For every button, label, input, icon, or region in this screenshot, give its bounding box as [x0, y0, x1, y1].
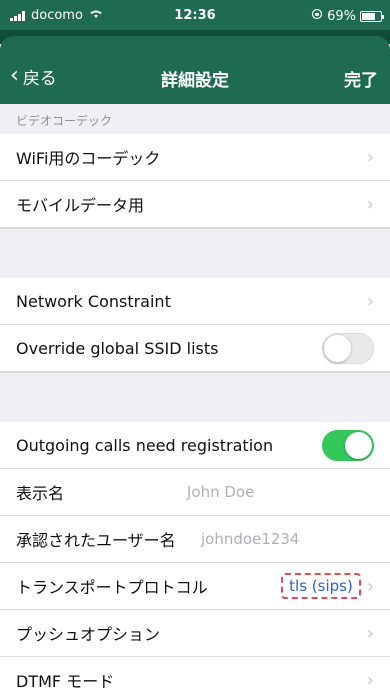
section-gap	[0, 228, 390, 278]
transport-protocol-value: tls (sips)	[281, 573, 361, 599]
wifi-codec-label: WiFi用のコーデック	[16, 149, 161, 168]
section-header-video-codec: ビデオコーデック	[0, 104, 390, 134]
transport-protocol-label: トランスポートプロトコル	[16, 578, 208, 597]
transport-protocol-row[interactable]: トランスポートプロトコル tls (sips) ›	[0, 563, 390, 610]
dtmf-mode-label: DTMF モード	[16, 672, 115, 691]
outgoing-registration-toggle[interactable]	[322, 429, 374, 461]
chevron-right-icon: ›	[366, 193, 374, 215]
push-options-row[interactable]: プッシュオプション ›	[0, 610, 390, 657]
override-ssid-label: Override global SSID lists	[16, 338, 219, 358]
network-constraint-label: Network Constraint	[16, 291, 171, 311]
display-name-field[interactable]: John Doe	[187, 483, 254, 501]
section-gap	[0, 372, 390, 422]
toggle-knob	[345, 431, 372, 459]
mobile-data-codec-row[interactable]: モバイルデータ用 ›	[0, 181, 390, 228]
settings-list: ビデオコーデック WiFi用のコーデック › モバイルデータ用 › Networ…	[0, 104, 390, 691]
battery-icon	[360, 10, 384, 22]
auth-username-label: 承認されたユーザー名	[16, 531, 176, 550]
mobile-data-label: モバイルデータ用	[16, 196, 145, 215]
dtmf-mode-row[interactable]: DTMF モード ›	[0, 657, 390, 691]
push-options-label: プッシュオプション	[16, 625, 161, 644]
chevron-right-icon: ›	[366, 622, 374, 644]
battery-percent: 69%	[327, 8, 356, 24]
network-constraint-row[interactable]: Network Constraint ›	[0, 278, 390, 325]
auth-username-field[interactable]: johndoe1234	[201, 530, 299, 548]
override-ssid-toggle[interactable]	[322, 332, 374, 364]
display-name-row[interactable]: 表示名 John Doe	[0, 469, 390, 516]
auth-username-row[interactable]: 承認されたユーザー名 johndoe1234	[0, 516, 390, 563]
navigation-bar: ‹ 戻る 詳細設定 完了	[0, 36, 390, 104]
page-title: 詳細設定	[161, 71, 229, 91]
done-button[interactable]: 完了	[344, 66, 378, 91]
toggle-knob	[324, 334, 351, 362]
chevron-right-icon: ›	[366, 669, 374, 691]
chevron-right-icon: ›	[366, 575, 374, 597]
outgoing-registration-row: Outgoing calls need registration	[0, 422, 390, 469]
chevron-right-icon: ›	[366, 290, 374, 312]
status-bar: docomo 12:36 69%	[0, 0, 390, 30]
chevron-right-icon: ›	[366, 146, 374, 168]
orientation-lock-icon	[311, 8, 323, 24]
override-ssid-row: Override global SSID lists	[0, 325, 390, 372]
outgoing-registration-label: Outgoing calls need registration	[16, 435, 274, 455]
wifi-codec-row[interactable]: WiFi用のコーデック ›	[0, 134, 390, 181]
